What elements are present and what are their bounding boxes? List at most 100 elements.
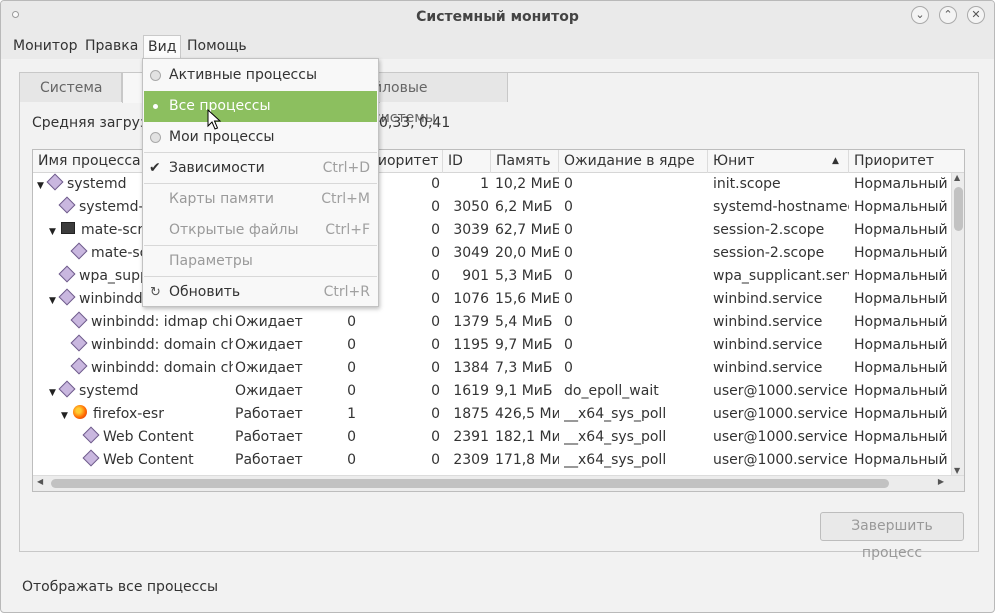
vertical-scroll-thumb[interactable]	[954, 187, 963, 231]
cell-unit: init.scope	[713, 176, 781, 192]
view-menu-item[interactable]: Активные процессы	[144, 60, 377, 91]
cell-id: 1384	[453, 360, 489, 376]
table-row[interactable]: winbindd: domain chil Ожидает 0 0 1384 7,3 Ми…	[33, 357, 951, 380]
cell-wait: __x64_sys_poll	[564, 429, 667, 445]
cell-prio: Нормальный	[854, 383, 948, 399]
cell-prio: Нормальный	[854, 429, 948, 445]
cell-mem: 182,1 МиБ	[495, 429, 559, 445]
cell-mem: 6,2 МиБ	[495, 199, 553, 215]
cell-cpu: 0	[347, 360, 356, 376]
tab-system[interactable]: Система	[19, 72, 122, 102]
cell-wait: 0	[564, 337, 573, 353]
cell-nice: 0	[431, 222, 440, 238]
menu-item-label: Обновить	[169, 284, 241, 300]
menu-separator	[144, 183, 377, 184]
expander-arrow-icon[interactable]: ▼	[49, 221, 61, 242]
vertical-scrollbar[interactable]: ▲ ▼	[951, 173, 964, 475]
cell-unit: winbind.service	[713, 360, 823, 376]
load-average-label: Средняя загрузк	[32, 115, 156, 131]
table-row[interactable]: Web Content Работает 0 0 2309 171,8 МиБ __x64_…	[33, 449, 951, 472]
process-name: firefox-esr	[93, 406, 164, 422]
cell-nice: 0	[431, 429, 440, 445]
cell-nice: 0	[431, 268, 440, 284]
cell-id: 1875	[453, 406, 489, 422]
cell-unit: user@1000.service	[713, 429, 848, 445]
table-row[interactable]: winbindd: domain chil Ожидает 0 0 1195 9,7 Ми…	[33, 334, 951, 357]
cell-cpu: 0	[347, 452, 356, 468]
table-row[interactable]: ▼ systemd Ожидает 0 0 1619 9,1 МиБ do_epoll_wai…	[33, 380, 951, 403]
cell-status: Ожидает	[235, 360, 303, 376]
maximize-button[interactable]: ⌃	[939, 6, 957, 24]
cell-wait: 0	[564, 245, 573, 261]
expander-arrow-icon[interactable]: ▼	[61, 405, 73, 426]
column-header-id[interactable]: ID	[443, 150, 491, 173]
sort-ascending-icon: ▲	[832, 156, 839, 166]
cell-prio: Нормальный	[854, 360, 948, 376]
cell-id: 901	[462, 268, 489, 284]
process-name: mate-sc	[91, 245, 148, 261]
cell-prio: Нормальный	[854, 337, 948, 353]
minimize-button[interactable]: ⌄	[911, 6, 929, 24]
cell-prio: Нормальный	[854, 291, 948, 307]
column-header-wait[interactable]: Ожидание в ядре	[559, 150, 708, 173]
menu-monitor[interactable]: Монитор	[9, 35, 82, 59]
cell-unit: user@1000.service	[713, 452, 848, 468]
column-header-unit[interactable]: Юнит ▲	[708, 150, 849, 173]
process-name-cell: Web Content	[73, 449, 233, 472]
end-process-button[interactable]: Завершить процесс	[820, 512, 964, 561]
cell-id: 2391	[453, 429, 489, 445]
column-header-prio[interactable]: Приоритет	[849, 150, 964, 173]
cell-status: Ожидает	[235, 314, 303, 330]
cell-status: Ожидает	[235, 337, 303, 353]
scroll-right-icon[interactable]: ▶	[938, 477, 944, 486]
cell-cpu: 1	[347, 406, 356, 422]
menu-item-accelerator: Ctrl+M	[321, 191, 370, 207]
cell-wait: 0	[564, 314, 573, 330]
cell-wait: 0	[564, 199, 573, 215]
horizontal-scroll-thumb[interactable]	[51, 479, 889, 488]
process-name-cell: winbindd: idmap child	[61, 311, 233, 334]
cell-prio: Нормальный	[854, 452, 948, 468]
system-monitor-window: Системный монитор ⌄ ⌃ ✕ Монитор Правка В…	[0, 0, 995, 613]
close-button[interactable]: ✕	[967, 6, 985, 24]
table-row[interactable]: winbindd: idmap child Ожидает 0 0 1379 5,4 Ми…	[33, 311, 951, 334]
process-name: winbindd: domain chil	[91, 360, 233, 376]
table-row[interactable]: ▼ firefox-esr Работает 1 0 1875 426,5 МиБ __x64…	[33, 403, 951, 426]
cell-mem: 5,3 МиБ	[495, 268, 553, 284]
cell-nice: 0	[431, 199, 440, 215]
cell-cpu: 0	[347, 429, 356, 445]
view-menu-item[interactable]: Все процессы	[144, 91, 377, 122]
title-bar[interactable]: Системный монитор ⌄ ⌃ ✕	[1, 1, 994, 35]
view-menu-item[interactable]: ↻ Обновить Ctrl+R	[144, 277, 377, 308]
horizontal-scrollbar[interactable]: ◀ ▶	[33, 475, 964, 491]
cell-id: 1195	[453, 337, 489, 353]
expander-arrow-icon[interactable]: ▼	[49, 290, 61, 311]
cell-mem: 9,7 МиБ	[495, 337, 553, 353]
view-menu-item[interactable]: Мои процессы	[144, 122, 377, 153]
process-name-cell: ▼ systemd	[49, 380, 233, 403]
process-icon	[70, 357, 88, 375]
view-menu-item[interactable]: ✔ Зависимости Ctrl+D	[144, 153, 377, 184]
menu-view[interactable]: Вид	[143, 35, 182, 59]
process-icon	[82, 426, 100, 444]
expander-arrow-icon[interactable]: ▼	[37, 175, 49, 196]
process-icon	[58, 196, 76, 214]
process-icon	[82, 449, 100, 467]
cell-id: 1	[480, 176, 489, 192]
column-header-memory[interactable]: Память	[491, 150, 559, 173]
process-name: winbindd	[79, 291, 143, 307]
menu-separator	[144, 152, 377, 153]
scroll-left-icon[interactable]: ◀	[37, 477, 43, 486]
cell-nice: 0	[431, 406, 440, 422]
load-average-values: 0,33, 0,41	[379, 115, 451, 131]
cell-mem: 5,4 МиБ	[495, 314, 553, 330]
menu-edit[interactable]: Правка	[81, 35, 142, 59]
table-row[interactable]: Web Content Работает 0 0 2391 182,1 МиБ __x64_…	[33, 426, 951, 449]
scroll-down-icon[interactable]: ▼	[954, 466, 960, 475]
menu-separator	[144, 276, 377, 277]
menu-item-label: Зависимости	[169, 160, 265, 176]
scroll-up-icon[interactable]: ▲	[954, 173, 960, 182]
expander-arrow-icon[interactable]: ▼	[49, 382, 61, 403]
cell-unit: winbind.service	[713, 291, 823, 307]
menu-help[interactable]: Помощь	[183, 35, 251, 59]
